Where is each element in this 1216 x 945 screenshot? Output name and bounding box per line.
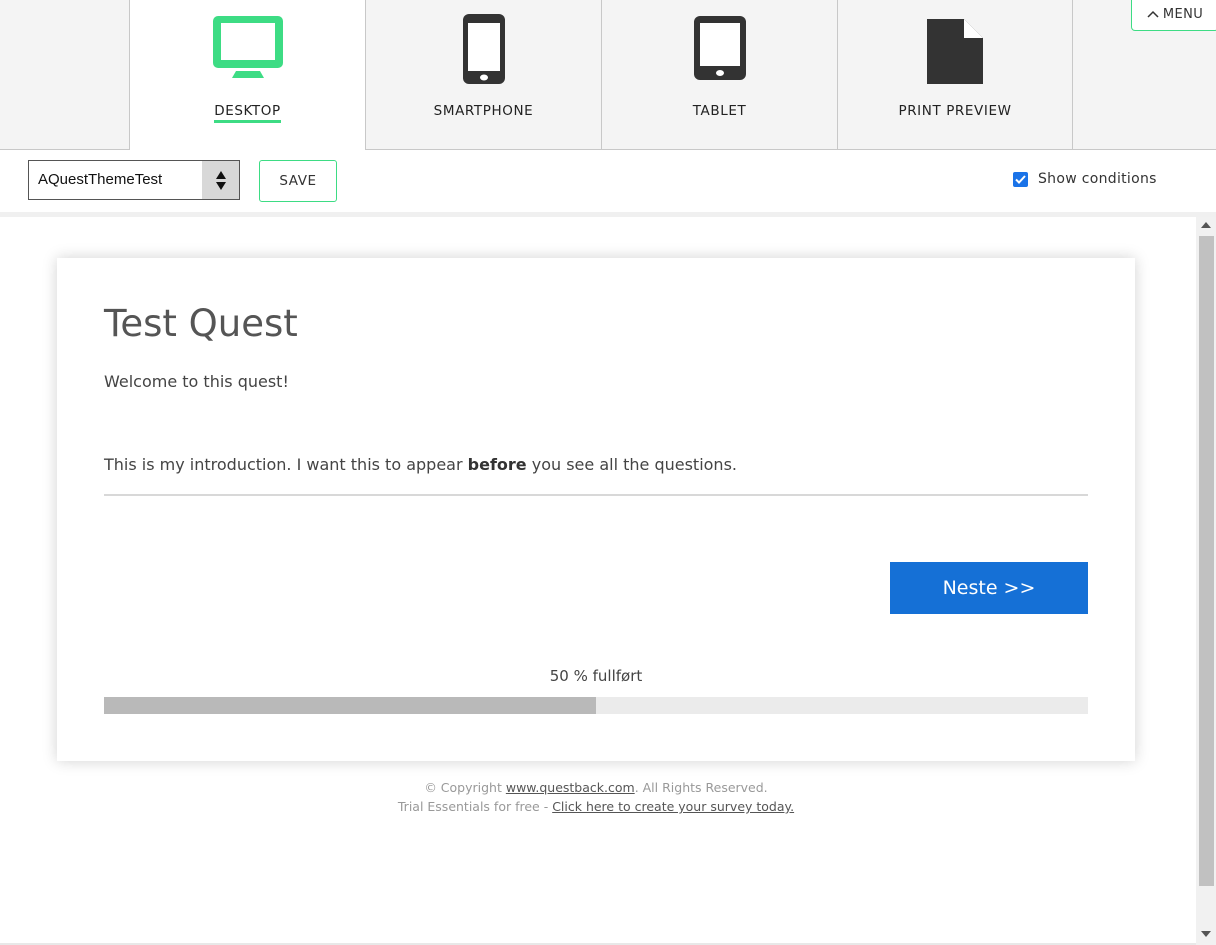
desktop-icon bbox=[130, 14, 365, 80]
show-conditions-checkbox[interactable] bbox=[1013, 171, 1028, 187]
intro-separator bbox=[104, 494, 1088, 496]
footer-copyright: © Copyright www.questback.com. All Right… bbox=[0, 780, 1192, 795]
welcome-text: Welcome to this quest! bbox=[104, 372, 289, 391]
copyright-suffix: . All Rights Reserved. bbox=[634, 780, 768, 795]
print-preview-icon bbox=[838, 14, 1072, 84]
intro-text-bold: before bbox=[467, 455, 527, 474]
device-tab-bar: DESKTOP SMARTPHONE TABLET PRINT PREVIEW … bbox=[0, 0, 1216, 151]
tab-tablet-label: TABLET bbox=[692, 103, 747, 119]
survey-card: Test Quest Welcome to this quest! This i… bbox=[57, 258, 1135, 761]
scroll-down-arrow-icon[interactable] bbox=[1201, 931, 1211, 937]
tab-print-preview[interactable]: PRINT PREVIEW bbox=[837, 0, 1072, 150]
menu-button[interactable]: MENU bbox=[1131, 0, 1216, 31]
survey-title: Test Quest bbox=[104, 302, 298, 345]
tab-smartphone-label: SMARTPHONE bbox=[433, 103, 534, 119]
tab-print-preview-label: PRINT PREVIEW bbox=[898, 103, 1012, 119]
questback-link[interactable]: www.questback.com bbox=[506, 780, 635, 795]
intro-text-start: This is my introduction. I want this to … bbox=[104, 455, 468, 474]
smartphone-icon bbox=[366, 14, 601, 86]
next-button[interactable]: Neste >> bbox=[890, 562, 1088, 614]
tab-smartphone[interactable]: SMARTPHONE bbox=[365, 0, 601, 150]
chevron-up-icon bbox=[1147, 7, 1159, 22]
progress-label: 50 % fullført bbox=[549, 667, 643, 685]
theme-select[interactable]: AQuestThemeTest bbox=[28, 160, 240, 200]
tab-desktop-label: DESKTOP bbox=[214, 103, 281, 123]
theme-select-value: AQuestThemeTest bbox=[38, 171, 163, 188]
tablet-icon bbox=[602, 14, 837, 80]
scroll-up-arrow-icon[interactable] bbox=[1201, 222, 1211, 228]
menu-label: MENU bbox=[1162, 6, 1204, 22]
progress-bar bbox=[104, 697, 1088, 714]
preview-scrollbar[interactable] bbox=[1196, 217, 1216, 945]
intro-text: This is my introduction. I want this to … bbox=[104, 455, 737, 474]
tab-desktop[interactable]: DESKTOP bbox=[129, 0, 365, 151]
copyright-prefix: © Copyright bbox=[424, 780, 506, 795]
preview-toolbar: AQuestThemeTest SAVE Show conditions bbox=[0, 150, 1216, 212]
create-survey-link[interactable]: Click here to create your survey today. bbox=[552, 799, 794, 814]
select-arrows-icon bbox=[202, 161, 239, 199]
survey-preview-frame: Test Quest Welcome to this quest! This i… bbox=[0, 217, 1216, 945]
checkmark-icon bbox=[1015, 174, 1026, 184]
show-conditions-toggle[interactable]: Show conditions bbox=[1013, 171, 1157, 187]
save-button[interactable]: SAVE bbox=[259, 160, 337, 202]
progress-bar-fill bbox=[104, 697, 596, 714]
scrollbar-thumb[interactable] bbox=[1199, 236, 1214, 886]
trial-prefix: Trial Essentials for free - bbox=[397, 799, 553, 814]
intro-text-end: you see all the questions. bbox=[526, 455, 737, 474]
show-conditions-label: Show conditions bbox=[1038, 171, 1157, 187]
footer-trial: Trial Essentials for free - Click here t… bbox=[0, 799, 1192, 814]
tab-tablet[interactable]: TABLET bbox=[601, 0, 837, 150]
